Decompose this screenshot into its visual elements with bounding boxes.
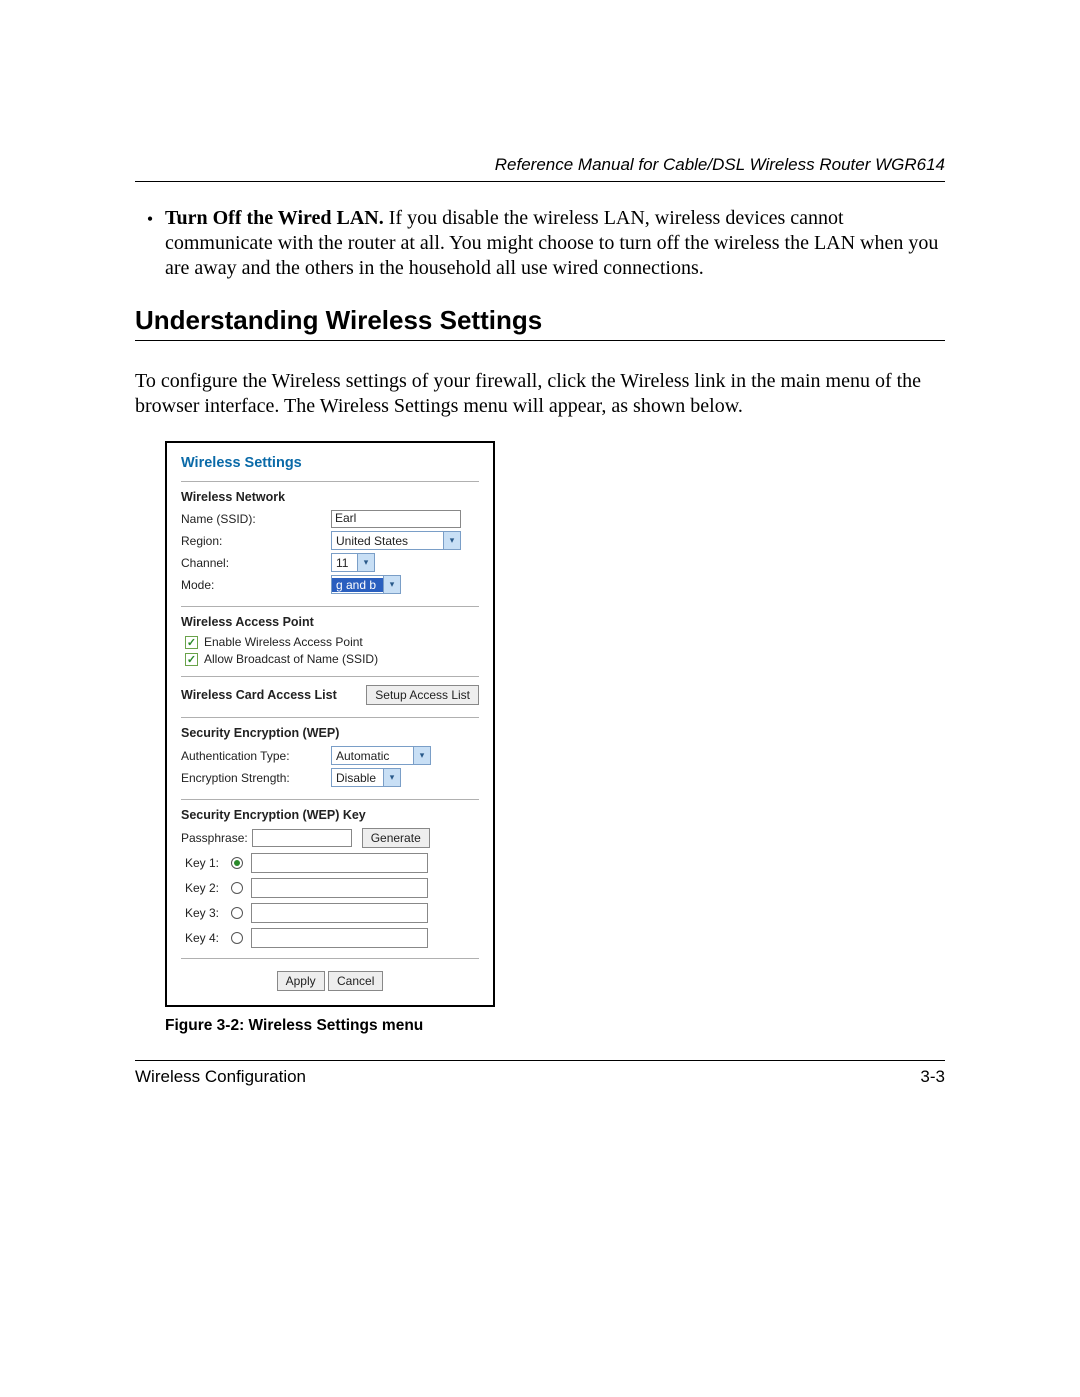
chevron-down-icon: ▾: [443, 532, 460, 549]
setup-access-list-button[interactable]: Setup Access List: [366, 685, 479, 705]
auth-type-value: Automatic: [332, 749, 413, 763]
figure-caption: Figure 3-2: Wireless Settings menu: [165, 1017, 945, 1035]
key3-input[interactable]: [251, 903, 428, 923]
key2-label: Key 2:: [185, 881, 231, 895]
ssid-input[interactable]: Earl: [331, 510, 461, 528]
encryption-strength-value: Disable: [332, 771, 383, 785]
enable-ap-checkbox[interactable]: ✓: [185, 636, 198, 649]
bullet-marker: •: [135, 206, 165, 281]
cancel-button[interactable]: Cancel: [328, 971, 383, 991]
section-heading: Understanding Wireless Settings: [135, 305, 945, 336]
access-point-heading: Wireless Access Point: [181, 615, 479, 629]
key1-label: Key 1:: [185, 856, 231, 870]
auth-type-label: Authentication Type:: [181, 749, 331, 763]
encryption-strength-label: Encryption Strength:: [181, 771, 331, 785]
region-value: United States: [332, 534, 443, 548]
key1-radio[interactable]: [231, 857, 243, 869]
header-rule: [135, 181, 945, 182]
wep-heading: Security Encryption (WEP): [181, 726, 479, 740]
wireless-settings-panel: Wireless Settings Wireless Network Name …: [165, 441, 495, 1007]
key4-radio[interactable]: [231, 932, 243, 944]
footer-right: 3-3: [920, 1067, 945, 1087]
broadcast-ssid-checkbox[interactable]: ✓: [185, 653, 198, 666]
divider: [181, 799, 479, 800]
mode-value: g and b: [332, 578, 383, 592]
generate-button[interactable]: Generate: [362, 828, 430, 848]
passphrase-input[interactable]: [252, 829, 352, 847]
divider: [181, 676, 479, 677]
bullet-item: • Turn Off the Wired LAN. If you disable…: [135, 206, 945, 281]
panel-title: Wireless Settings: [181, 455, 479, 471]
mode-label: Mode:: [181, 578, 331, 592]
chevron-down-icon: ▾: [357, 554, 374, 571]
divider: [181, 481, 479, 482]
bullet-text: Turn Off the Wired LAN. If you disable t…: [165, 206, 945, 281]
key3-label: Key 3:: [185, 906, 231, 920]
mode-select[interactable]: g and b ▾: [331, 575, 401, 594]
encryption-strength-select[interactable]: Disable ▾: [331, 768, 401, 787]
section-rule: [135, 340, 945, 341]
bullet-lead: Turn Off the Wired LAN.: [165, 207, 384, 229]
key2-radio[interactable]: [231, 882, 243, 894]
wireless-network-heading: Wireless Network: [181, 490, 479, 504]
divider: [181, 958, 479, 959]
ssid-label: Name (SSID):: [181, 512, 331, 526]
footer-rule: [135, 1060, 945, 1061]
manual-title: Reference Manual for Cable/DSL Wireless …: [135, 155, 945, 175]
key4-label: Key 4:: [185, 931, 231, 945]
chevron-down-icon: ▾: [383, 769, 400, 786]
channel-select[interactable]: 11 ▾: [331, 553, 375, 572]
wep-key-heading: Security Encryption (WEP) Key: [181, 808, 479, 822]
key2-input[interactable]: [251, 878, 428, 898]
intro-paragraph: To configure the Wireless settings of yo…: [135, 369, 945, 419]
chevron-down-icon: ▾: [413, 747, 430, 764]
footer-left: Wireless Configuration: [135, 1067, 306, 1087]
access-list-heading: Wireless Card Access List: [181, 688, 337, 702]
divider: [181, 717, 479, 718]
channel-label: Channel:: [181, 556, 331, 570]
apply-button[interactable]: Apply: [277, 971, 325, 991]
key3-radio[interactable]: [231, 907, 243, 919]
key4-input[interactable]: [251, 928, 428, 948]
passphrase-label: Passphrase:: [181, 831, 248, 845]
enable-ap-label: Enable Wireless Access Point: [204, 635, 363, 649]
page-footer: Wireless Configuration 3-3: [135, 1067, 945, 1087]
key1-input[interactable]: [251, 853, 428, 873]
divider: [181, 606, 479, 607]
broadcast-ssid-label: Allow Broadcast of Name (SSID): [204, 652, 378, 666]
region-select[interactable]: United States ▾: [331, 531, 461, 550]
document-page: Reference Manual for Cable/DSL Wireless …: [0, 0, 1080, 1397]
channel-value: 11: [332, 556, 357, 570]
auth-type-select[interactable]: Automatic ▾: [331, 746, 431, 765]
region-label: Region:: [181, 534, 331, 548]
chevron-down-icon: ▾: [383, 576, 400, 593]
